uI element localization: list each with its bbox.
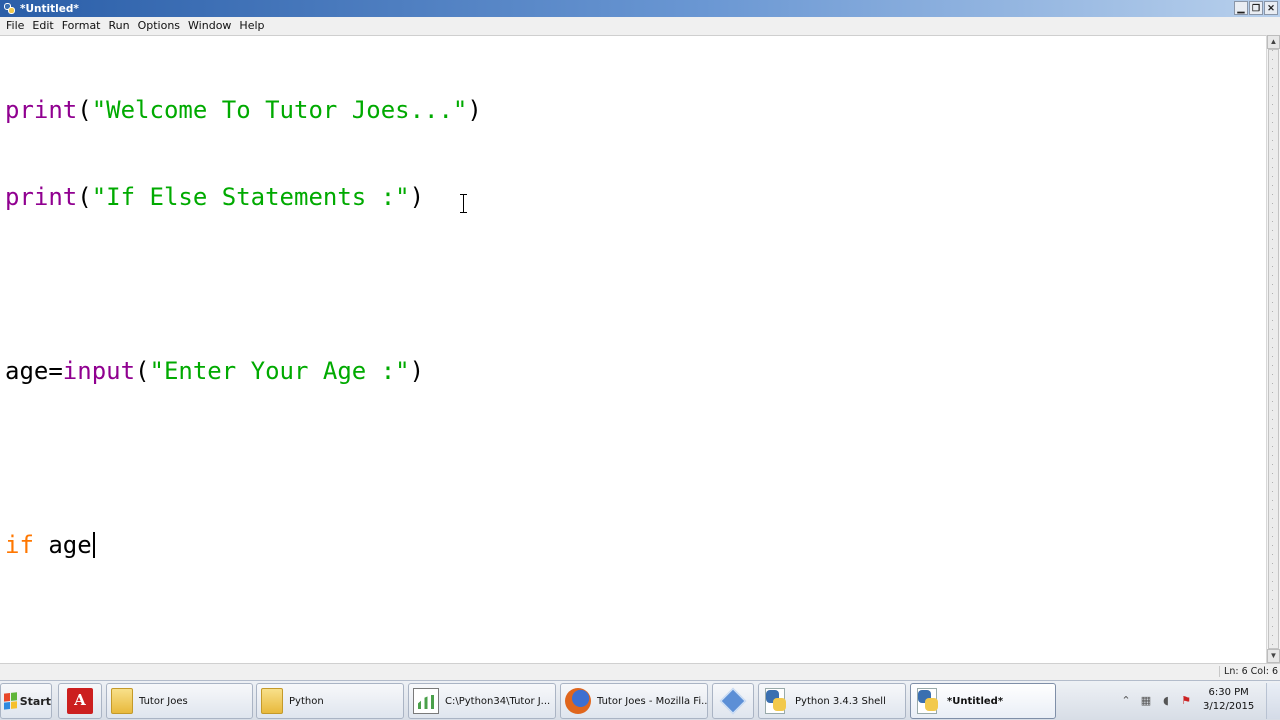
menu-help[interactable]: Help (235, 17, 268, 35)
pinned-acrobat[interactable] (58, 683, 102, 719)
code-line[interactable]: age=input("Enter Your Age :") (5, 357, 482, 386)
show-desktop-button[interactable] (1266, 683, 1280, 719)
taskbar-item-label: Tutor Joes (139, 695, 188, 707)
paren-token: ( (77, 96, 92, 124)
menu-run[interactable]: Run (105, 17, 134, 35)
code-line[interactable]: print("Welcome To Tutor Joes...") (5, 96, 482, 125)
plain-token: age (33, 531, 92, 559)
start-label: Start (19, 694, 51, 708)
taskbar-item-label: Python 3.4.3 Shell (795, 695, 886, 707)
start-button[interactable]: Start (0, 683, 52, 719)
taskbar-item-tutor-joes[interactable]: Tutor Joes (106, 683, 253, 719)
title-bar[interactable]: *Untitled* ▁ ❐ ✕ (0, 0, 1280, 17)
taskbar-item-notepadpp[interactable]: C:\Python34\Tutor J... (408, 683, 556, 719)
cursor-position: Ln: 6 Col: 6 (1219, 666, 1278, 677)
taskbar-item-app[interactable] (712, 683, 754, 719)
menu-window[interactable]: Window (184, 17, 235, 35)
builtin-token: print (5, 96, 78, 124)
scroll-up-arrow-icon[interactable]: ▲ (1267, 35, 1280, 49)
taskbar-item-python-shell[interactable]: Python 3.4.3 Shell (758, 683, 906, 719)
code-editor[interactable]: print("Welcome To Tutor Joes...") print(… (0, 35, 1266, 663)
close-button[interactable]: ✕ (1264, 1, 1278, 15)
windows-logo-icon (4, 692, 17, 710)
menu-options[interactable]: Options (134, 17, 184, 35)
paren-token: ( (135, 357, 150, 385)
paren-token: ) (409, 357, 425, 385)
system-tray: ⌃ ▦ ◖ ⚑ (1112, 683, 1280, 719)
python-icon (3, 2, 16, 15)
menu-format[interactable]: Format (58, 17, 105, 35)
folder-icon (111, 688, 133, 714)
notepadpp-icon (413, 688, 439, 714)
code-line-empty[interactable] (5, 270, 482, 299)
taskbar-item-firefox[interactable]: Tutor Joes - Mozilla Fi... (560, 683, 708, 719)
taskbar-item-python-folder[interactable]: Python (256, 683, 404, 719)
text-caret (92, 532, 95, 558)
taskbar-item-label: Python (289, 695, 324, 707)
menu-file[interactable]: File (2, 17, 28, 35)
paren-token: ) (467, 96, 482, 124)
keyword-token: if (5, 531, 34, 559)
status-bar: Ln: 6 Col: 6 (0, 663, 1280, 680)
window-controls: ▁ ❐ ✕ (1234, 1, 1278, 15)
window-title: *Untitled* (20, 2, 79, 15)
taskbar-item-label: *Untitled* (947, 695, 1004, 707)
taskbar-item-untitled[interactable]: *Untitled* (910, 683, 1056, 719)
string-token: "Enter Your Age :" (149, 357, 410, 385)
code-line[interactable]: print("If Else Statements :") (5, 183, 482, 212)
code-text[interactable]: print("Welcome To Tutor Joes...") print(… (5, 38, 482, 618)
action-center-icon[interactable]: ⚑ (1178, 693, 1194, 709)
ibeam-cursor-icon (459, 194, 468, 213)
acrobat-icon (67, 688, 93, 714)
maximize-button[interactable]: ❐ (1249, 1, 1263, 15)
taskbar-item-label: Tutor Joes - Mozilla Fi... (597, 695, 708, 707)
clock-time: 6:30 PM (1208, 687, 1249, 698)
menu-edit[interactable]: Edit (28, 17, 57, 35)
paren-token: ) (409, 183, 425, 211)
code-line[interactable]: if age (5, 531, 482, 560)
clock[interactable]: 6:30 PM 3/12/2015 (1203, 686, 1254, 714)
plain-token: age= (5, 357, 63, 385)
taskbar: Start Tutor Joes Python C:\Python34\Tuto… (0, 680, 1280, 720)
scroll-down-arrow-icon[interactable]: ▼ (1267, 649, 1280, 663)
string-token: "If Else Statements :" (91, 183, 410, 211)
folder-icon (261, 688, 283, 714)
firefox-icon (565, 688, 591, 714)
scrollbar-thumb[interactable] (1268, 49, 1279, 649)
code-line-empty[interactable] (5, 444, 482, 473)
python-icon (915, 688, 941, 714)
paren-token: ( (77, 183, 92, 211)
builtin-token: print (5, 183, 78, 211)
clock-date: 3/12/2015 (1203, 701, 1255, 712)
volume-icon[interactable]: ◖ (1158, 693, 1174, 709)
string-token: "Welcome To Tutor Joes..." (91, 96, 468, 124)
taskbar-item-label: C:\Python34\Tutor J... (445, 695, 551, 707)
vertical-scrollbar[interactable]: ▲ ▼ (1266, 35, 1280, 663)
app-icon (719, 687, 747, 715)
network-icon[interactable]: ▦ (1138, 693, 1154, 709)
chevron-up-icon[interactable]: ⌃ (1118, 693, 1134, 709)
builtin-token: input (62, 357, 136, 385)
minimize-button[interactable]: ▁ (1234, 1, 1248, 15)
menu-bar: File Edit Format Run Options Window Help (0, 17, 1280, 35)
python-icon (763, 688, 789, 714)
